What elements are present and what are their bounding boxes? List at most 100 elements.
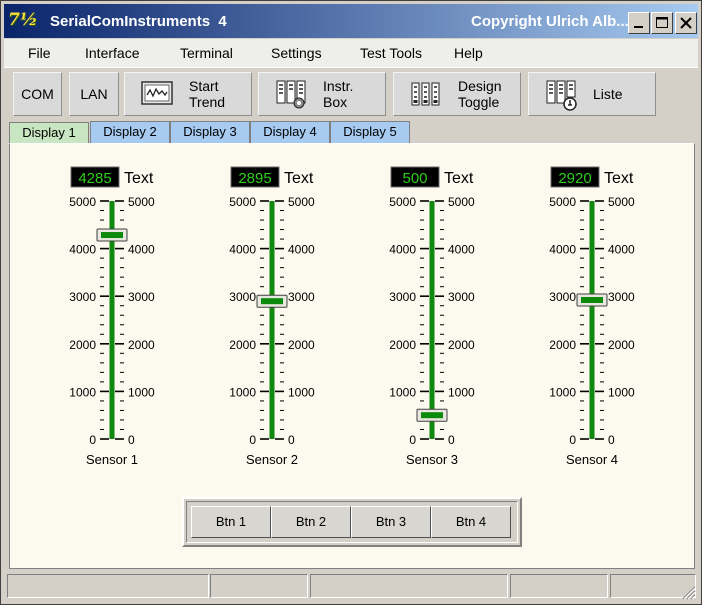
- sensor-3-scale-label-right: 2000: [448, 338, 475, 352]
- sensor-3-scale-label-right: 1000: [448, 385, 475, 399]
- status-panel-4: [510, 574, 608, 598]
- sensor-1-scale-label-right: 5000: [128, 195, 155, 209]
- instrument-list-icon: [546, 80, 577, 111]
- sensor-2-scale-label-left: 5000: [229, 195, 256, 209]
- sensor-4-value-readout: 2920: [558, 170, 591, 187]
- sensor-3-scale-label-right: 4000: [448, 243, 475, 257]
- tab-display-3[interactable]: Display 3: [170, 121, 250, 143]
- sensor-2-scale-label-left: 0: [249, 433, 256, 447]
- sensor-1-value-readout: 4285: [78, 170, 111, 187]
- sensor-1-scale-label-right: 1000: [128, 385, 155, 399]
- menu-bar: File Interface Terminal Settings Test To…: [4, 39, 698, 67]
- sensor-4-scale-label-left: 2000: [549, 338, 576, 352]
- sensor-4-scale-label-right: 0: [608, 433, 615, 447]
- trend-chart-icon: [141, 81, 173, 105]
- design-toggle-icon: [411, 82, 440, 106]
- sensor-2-value-readout: 2895: [238, 170, 271, 187]
- menu-help[interactable]: Help: [454, 45, 483, 61]
- menu-file[interactable]: File: [28, 45, 51, 61]
- sensor-gauges: 4285 Text 5000 5000 4000 4000 3000 3000 2000 2000…: [69, 166, 635, 467]
- menu-terminal[interactable]: Terminal: [180, 45, 233, 61]
- maximize-icon: [656, 17, 668, 28]
- sensor-3-scale-label-left: 3000: [389, 290, 416, 304]
- btn-1[interactable]: Btn 1: [191, 506, 271, 538]
- sensor-4-scale-label-left: 1000: [549, 385, 576, 399]
- btn-4[interactable]: Btn 4: [431, 506, 511, 538]
- app-icon[interactable]: 7½: [8, 10, 38, 32]
- sensor-2-name-label: Sensor 2: [246, 452, 298, 467]
- sensor-4-unit-label: Text: [604, 170, 634, 187]
- sensor-3-scale-label-right: 5000: [448, 195, 475, 209]
- sensor-2-scale-label-right: 1000: [288, 385, 315, 399]
- sensor-1-slider-thumb-fill: [101, 232, 123, 239]
- sensor-1-unit-label: Text: [124, 170, 154, 187]
- design-toggle-label-1: Design: [458, 78, 502, 94]
- lan-label: LAN: [80, 86, 108, 102]
- sensor-3-name-label: Sensor 3: [406, 452, 458, 467]
- sensor-4-scale-label-left: 3000: [549, 290, 576, 304]
- minimize-button[interactable]: [628, 12, 650, 34]
- sensor-1-scale-label-left: 2000: [69, 338, 96, 352]
- sensor-3-slider-track: [429, 201, 435, 439]
- btn-3[interactable]: Btn 3: [351, 506, 431, 538]
- sensor-3-scale-label-right: 3000: [448, 290, 475, 304]
- sensor-3-scale-label-right: 0: [448, 433, 455, 447]
- sensor-4-slider-track: [589, 201, 595, 439]
- start-trend-label-1: Start: [189, 78, 219, 94]
- sensor-2-scale-label-left: 1000: [229, 385, 256, 399]
- sensor-4-scale-label-left: 4000: [549, 243, 576, 257]
- tab-display-2[interactable]: Display 2: [90, 121, 170, 143]
- sensor-3-slider-thumb-fill: [421, 412, 443, 419]
- sensor-4-scale-label-left: 0: [569, 433, 576, 447]
- sensor-3-scale-label-left: 2000: [389, 338, 416, 352]
- sensor-1-scale-label-left: 1000: [69, 385, 96, 399]
- close-button[interactable]: [675, 12, 697, 34]
- menu-settings[interactable]: Settings: [271, 45, 322, 61]
- status-panel-2: [210, 574, 308, 598]
- sensor-2-scale-label-left: 4000: [229, 243, 256, 257]
- sensor-1-scale-label-right: 4000: [128, 243, 155, 257]
- sensor-3-scale-label-left: 5000: [389, 195, 416, 209]
- instrument-box-icon: [276, 80, 306, 109]
- liste-button[interactable]: Liste: [528, 72, 656, 116]
- title-bar[interactable]: 7½ SerialComInstruments 4 Copyright Ulri…: [4, 4, 698, 38]
- sensor-1-scale-label-right: 3000: [128, 290, 155, 304]
- instr-box-label-2: Box: [323, 94, 348, 110]
- tab-display-5[interactable]: Display 5: [330, 121, 410, 143]
- sensor-4-scale-label-right: 5000: [608, 195, 635, 209]
- status-panel-3: [310, 574, 508, 598]
- sensor-4-scale-label-right: 4000: [608, 243, 635, 257]
- close-icon: [680, 17, 692, 29]
- sensor-3-scale-label-left: 4000: [389, 243, 416, 257]
- sensor-3-scale-label-left: 0: [409, 433, 416, 447]
- tab-display-1[interactable]: Display 1: [9, 122, 89, 144]
- window-title: SerialComInstruments 4: [50, 13, 227, 30]
- sensor-2-scale-label-left: 2000: [229, 338, 256, 352]
- sensor-4-slider-thumb-fill: [581, 297, 603, 304]
- sensor-1-scale-label-left: 0: [89, 433, 96, 447]
- com-button[interactable]: COM: [13, 72, 62, 116]
- sensor-1-scale-label-right: 0: [128, 433, 135, 447]
- start-trend-button[interactable]: Start Trend: [124, 72, 252, 116]
- sensor-1-scale-label-left: 4000: [69, 243, 96, 257]
- start-trend-label-2: Trend: [189, 94, 226, 110]
- sensor-2-scale-label-right: 2000: [288, 338, 315, 352]
- menu-test-tools[interactable]: Test Tools: [360, 45, 422, 61]
- sensor-4-scale-label-right: 3000: [608, 290, 635, 304]
- status-panel-1: [7, 574, 209, 598]
- sensor-3-unit-label: Text: [444, 170, 474, 187]
- sensor-2-scale-label-right: 3000: [288, 290, 315, 304]
- sensor-2-scale-label-right: 0: [288, 433, 295, 447]
- tab-display-4[interactable]: Display 4: [250, 121, 330, 143]
- lan-button[interactable]: LAN: [69, 72, 119, 116]
- status-bar: [4, 572, 698, 602]
- sensor-2-scale-label-left: 3000: [229, 290, 256, 304]
- instr-box-button[interactable]: Instr. Box: [258, 72, 386, 116]
- btn-2[interactable]: Btn 2: [271, 506, 351, 538]
- sensor-2-slider-thumb-fill: [261, 298, 283, 305]
- resize-grip-icon[interactable]: [680, 584, 696, 600]
- design-toggle-button[interactable]: Design Toggle: [393, 72, 521, 116]
- maximize-button[interactable]: [651, 12, 673, 34]
- menu-interface[interactable]: Interface: [85, 45, 139, 61]
- sensor-1-scale-label-left: 3000: [69, 290, 96, 304]
